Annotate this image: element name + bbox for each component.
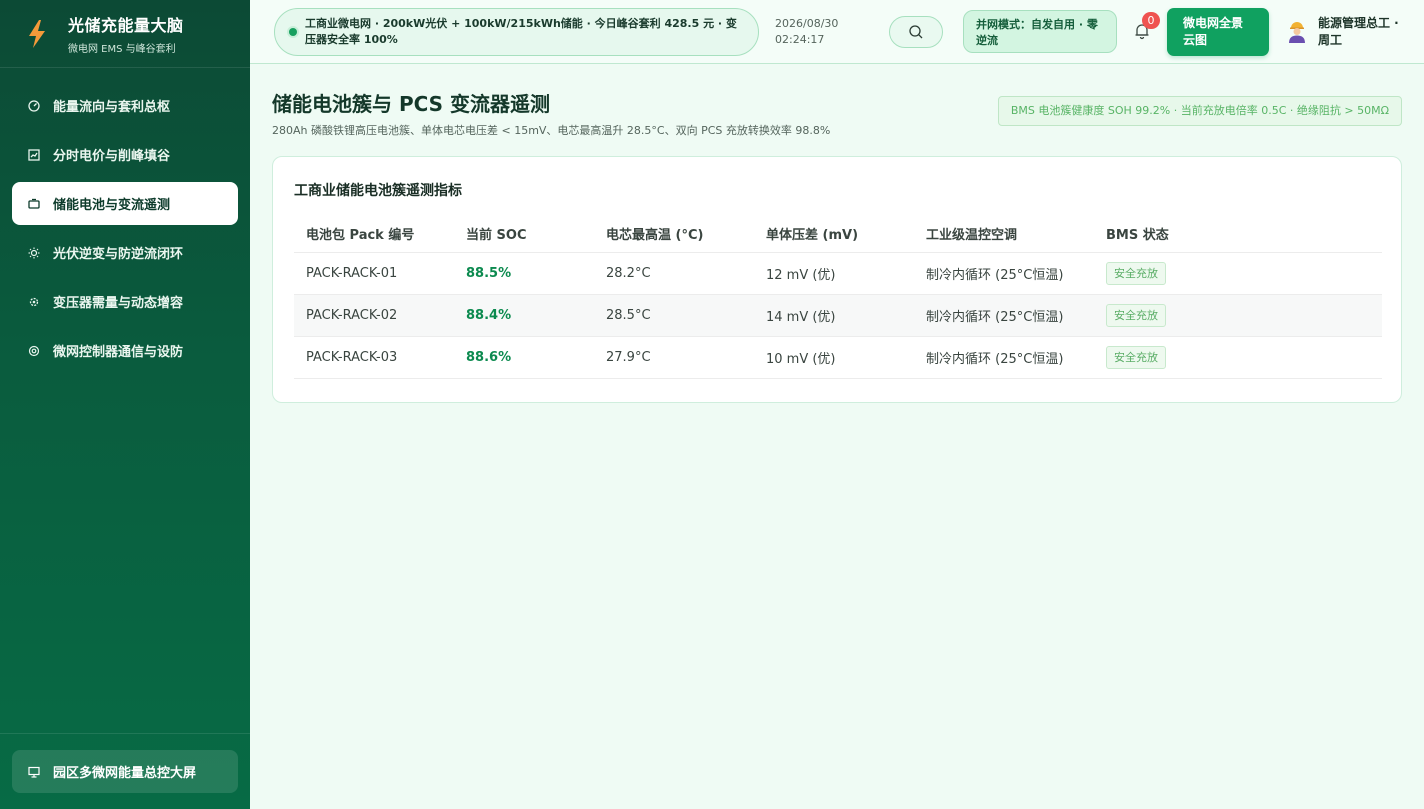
pack-id: PACK-RACK-03 (306, 350, 398, 365)
sidebar-item-label: 分时电价与削峰填谷 (53, 149, 171, 164)
pack-id: PACK-RACK-01 (306, 266, 398, 281)
status-badge: 安全充放 (1106, 262, 1166, 285)
sidebar-item-label: 变压器需量与动态增容 (53, 296, 184, 311)
table-row[interactable]: PACK-RACK-02 88.4% 28.5°C 14 mV (优) 制冷内循… (294, 295, 1382, 337)
sidebar-nav: 能量流向与套利总枢 分时电价与削峰填谷 储能电池与变流遥测 光伏逆变与防逆流闭环… (0, 84, 250, 372)
column-header: 电芯最高温 (°C) (606, 228, 704, 243)
column-header: BMS 状态 (1106, 228, 1169, 243)
chart-icon (28, 148, 40, 161)
sidebar-item-transformer[interactable]: 变压器需量与动态增容 (12, 280, 238, 323)
sidebar-item-label: 微网控制器通信与设防 (53, 345, 184, 360)
page-title: 储能电池簇与 PCS 变流器遥测 (272, 92, 551, 116)
bms-status-cell: 安全充放 (1094, 262, 1382, 285)
clock: 2026/08/30 02:24:17 (775, 16, 838, 48)
brand: 光储充能量大脑 微电网 EMS 与峰谷套利 (0, 0, 250, 68)
column-header: 单体压差 (mV) (766, 228, 859, 243)
gauge-icon (28, 99, 40, 112)
sidebar-footer: 园区多微网能量总控大屏 (0, 733, 250, 809)
bms-health-badge: BMS 电池簇健康度 SOH 99.2% · 当前充放电倍率 0.5C · 绝缘… (997, 96, 1402, 126)
search-button[interactable] (889, 16, 943, 48)
settings-icon (28, 345, 40, 357)
cell-temp: 28.5°C (606, 308, 651, 323)
table-row[interactable]: PACK-RACK-01 88.5% 28.2°C 12 mV (优) 制冷内循… (294, 253, 1382, 295)
cell-temp: 27.9°C (606, 350, 651, 365)
monitor-icon (28, 766, 40, 778)
gear-icon (28, 296, 40, 308)
search-icon (909, 25, 923, 39)
status-pill: 工商业微电网 · 200kW光伏 + 100kW/215kWh储能 · 今日峰谷… (274, 8, 759, 56)
sidebar-item-battery-telemetry[interactable]: 储能电池与变流遥测 (12, 182, 238, 225)
soc-value: 88.4% (466, 308, 512, 323)
hvac-status: 制冷内循环 (25°C恒温) (926, 352, 1064, 367)
brand-subtitle: 微电网 EMS 与峰谷套利 (68, 44, 176, 55)
sidebar-item-energy-flow[interactable]: 能量流向与套利总枢 (12, 84, 238, 127)
column-header: 当前 SOC (466, 228, 527, 243)
grid-mode-badge: 并网模式：自发自用 · 零逆流 (963, 10, 1117, 53)
telemetry-card: 工商业储能电池簇遥测指标 电池包 Pack 编号 当前 SOC 电芯最高温 (°… (272, 156, 1402, 403)
cell-temp: 28.2°C (606, 266, 651, 281)
sidebar-item-label: 储能电池与变流遥测 (53, 198, 171, 213)
panorama-button[interactable]: 微电网全景云图 (1167, 8, 1269, 56)
telemetry-table: 电池包 Pack 编号 当前 SOC 电芯最高温 (°C) 单体压差 (mV) … (294, 215, 1382, 379)
bms-status-cell: 安全充放 (1094, 304, 1382, 327)
hvac-status: 制冷内循环 (25°C恒温) (926, 268, 1064, 283)
table-row[interactable]: PACK-RACK-03 88.6% 27.9°C 10 mV (优) 制冷内循… (294, 337, 1382, 379)
page-subtitle: 280Ah 磷酸铁锂高压电池簇、单体电芯电压差 < 15mV、电芯最高温升 28… (272, 124, 831, 137)
sidebar-item-label: 光伏逆变与防逆流闭环 (53, 247, 184, 262)
battery-icon (28, 198, 40, 210)
voltage-diff: 12 mV (优) (766, 268, 836, 283)
sidebar-item-tou-pricing[interactable]: 分时电价与削峰填谷 (12, 133, 238, 176)
voltage-diff: 14 mV (优) (766, 310, 836, 325)
column-header: 工业级温控空调 (926, 228, 1018, 243)
voltage-diff: 10 mV (优) (766, 352, 836, 367)
status-text: 工商业微电网 · 200kW光伏 + 100kW/215kWh储能 · 今日峰谷… (305, 17, 737, 46)
sun-icon (28, 247, 40, 259)
soc-value: 88.5% (466, 266, 512, 281)
status-badge: 安全充放 (1106, 304, 1166, 327)
worker-avatar-icon[interactable] (1286, 20, 1308, 44)
sidebar-item-pv-inverter[interactable]: 光伏逆变与防逆流闭环 (12, 231, 238, 274)
soc-value: 88.6% (466, 350, 512, 365)
top-header: 工商业微电网 · 200kW光伏 + 100kW/215kWh储能 · 今日峰谷… (250, 0, 1424, 64)
hvac-status: 制冷内循环 (25°C恒温) (926, 310, 1064, 325)
lightning-icon (29, 19, 45, 48)
card-title: 工商业储能电池簇遥测指标 (294, 183, 462, 199)
status-badge: 安全充放 (1106, 346, 1166, 369)
clock-date: 2026/08/30 (775, 17, 839, 30)
notification-count-badge: 0 (1142, 12, 1160, 29)
user-name[interactable]: 能源管理总工 · 周工 (1318, 15, 1410, 49)
big-screen-button[interactable]: 园区多微网能量总控大屏 (12, 750, 238, 793)
pack-id: PACK-RACK-02 (306, 308, 398, 323)
table-header-row: 电池包 Pack 编号 当前 SOC 电芯最高温 (°C) 单体压差 (mV) … (294, 215, 1382, 253)
clock-time: 02:24:17 (775, 33, 825, 46)
sidebar-item-controller[interactable]: 微网控制器通信与设防 (12, 329, 238, 372)
sidebar: 光储充能量大脑 微电网 EMS 与峰谷套利 能量流向与套利总枢 分时电价与削峰填… (0, 0, 250, 809)
sidebar-item-label: 能量流向与套利总枢 (53, 100, 171, 115)
brand-title: 光储充能量大脑 (68, 16, 184, 35)
column-header: 电池包 Pack 编号 (306, 228, 415, 243)
status-dot (289, 28, 297, 36)
big-screen-label: 园区多微网能量总控大屏 (53, 766, 197, 781)
bms-status-cell: 安全充放 (1094, 346, 1382, 369)
